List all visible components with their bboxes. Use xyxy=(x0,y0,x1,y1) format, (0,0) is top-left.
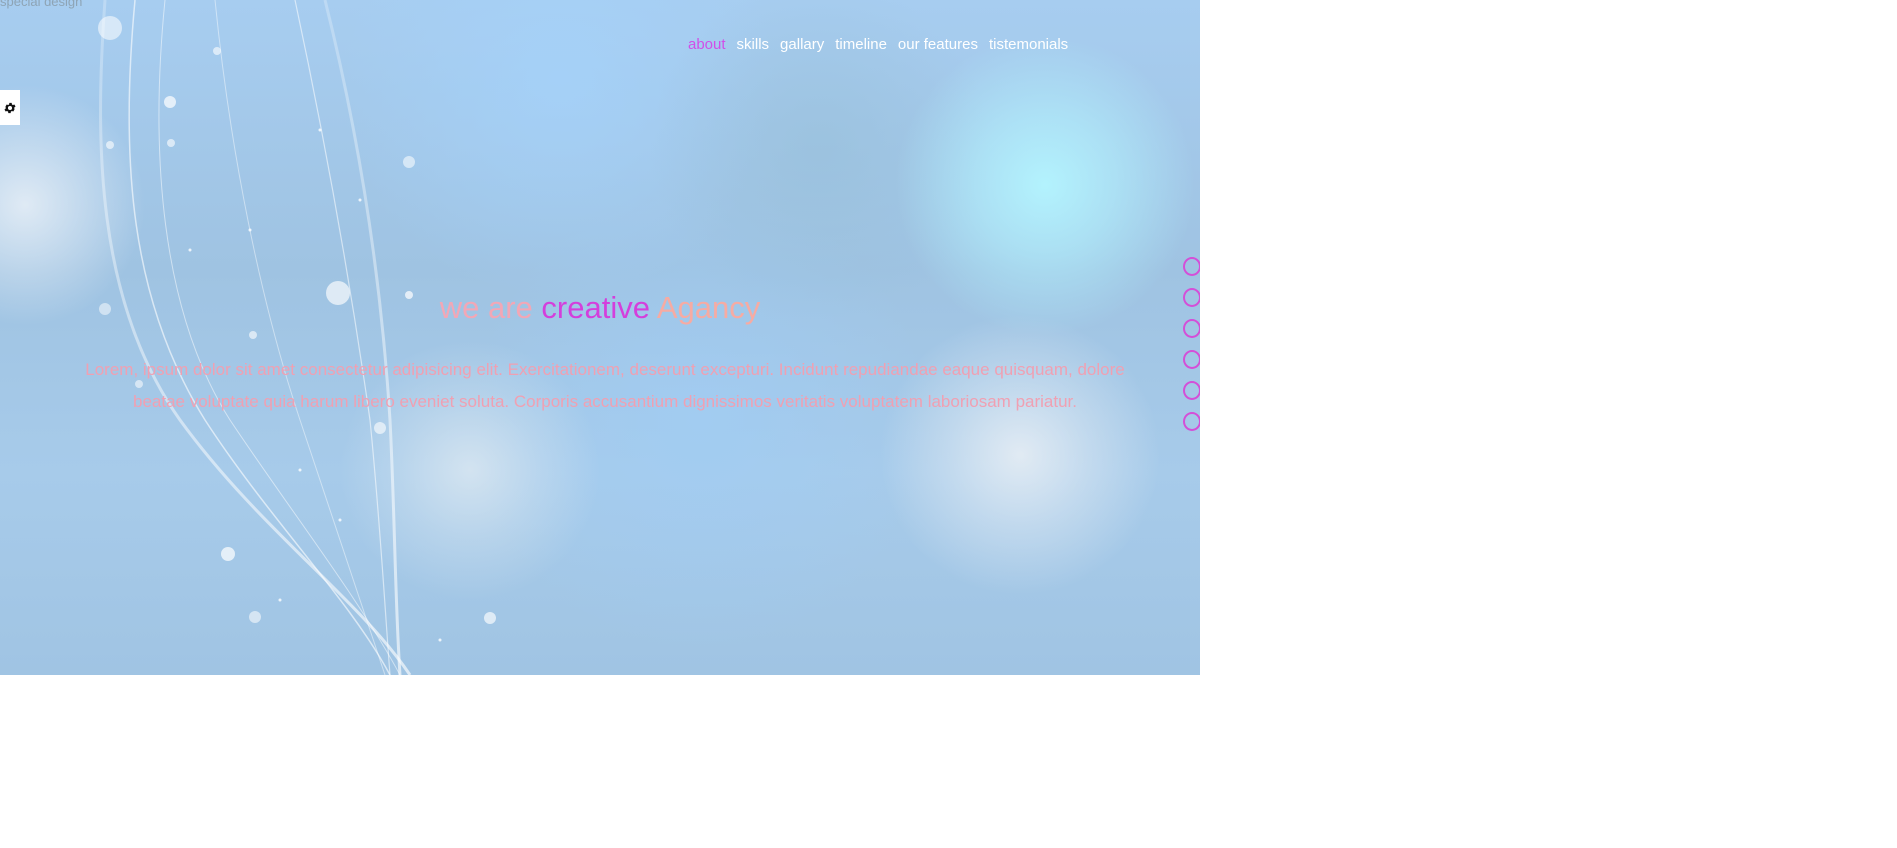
bullet-gallary[interactable] xyxy=(1183,319,1200,338)
bullet-timeline[interactable] xyxy=(1183,350,1200,369)
nav-item-skills[interactable]: skills xyxy=(737,36,770,53)
bullet-skills[interactable] xyxy=(1183,288,1200,307)
main-nav: about skills gallary timeline our featur… xyxy=(688,36,1068,53)
nav-item-gallary[interactable]: gallary xyxy=(780,36,824,53)
bullet-tistemonials[interactable] xyxy=(1183,412,1200,431)
gear-icon xyxy=(4,102,16,113)
hero-title-highlight: creative xyxy=(541,290,650,325)
nav-item-timeline[interactable]: timeline xyxy=(835,36,887,53)
background-light-streaks xyxy=(98,0,496,675)
hero-title-prefix: we are xyxy=(439,290,533,325)
hero-section: special design about skills gallary time… xyxy=(0,0,1200,675)
site-caption: special design xyxy=(0,0,83,9)
nav-item-about[interactable]: about xyxy=(688,36,726,53)
nav-item-tistemonials[interactable]: tistemonials xyxy=(989,36,1068,53)
bullet-features[interactable] xyxy=(1183,381,1200,400)
section-bullets xyxy=(1183,257,1200,431)
hero-title-suffix: Agancy xyxy=(656,290,761,325)
bullet-about[interactable] xyxy=(1183,257,1200,276)
hero-title: we are creative Agancy xyxy=(0,290,1200,326)
settings-toggle-button[interactable] xyxy=(0,90,20,125)
hero-lead-text: Lorem, ipsum dolor sit amet consectetur … xyxy=(85,360,1125,411)
nav-item-our-features[interactable]: our features xyxy=(898,36,978,53)
